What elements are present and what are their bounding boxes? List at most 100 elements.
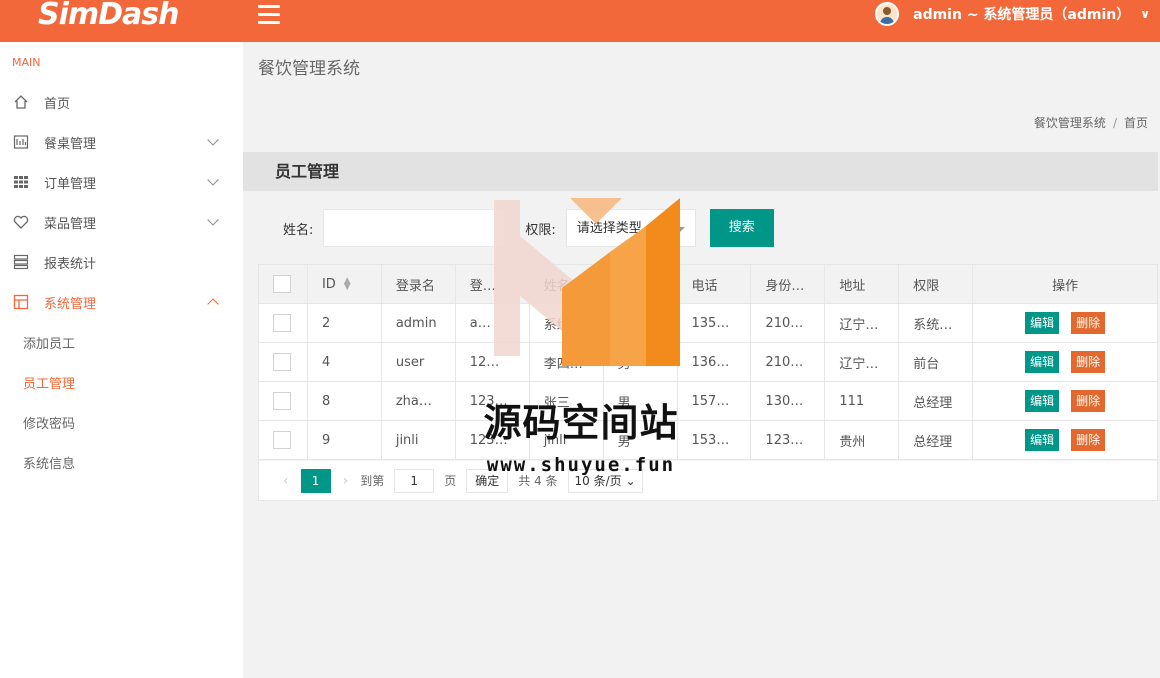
- watermark: 源码空间站 www.shuyue.fun: [466, 196, 696, 482]
- sidebar-item-reports[interactable]: 报表统计: [0, 242, 243, 282]
- sort-icon[interactable]: ▲ ▼: [344, 277, 351, 292]
- employee-table: ID▲▼ 登录名 登… 姓名 性别 电话 身份… 地址 权限 操作 2 admi…: [258, 264, 1158, 460]
- grid-icon: [12, 173, 30, 191]
- watermark-url: www.shuyue.fun: [486, 454, 676, 476]
- breadcrumb-item[interactable]: 首页: [1124, 116, 1148, 130]
- employee-panel: 员工管理 姓名: 权限: 请选择类型 搜索 ID▲▼ 登录名 登… 姓名 性别 …: [243, 152, 1158, 678]
- cell-id: 8: [306, 381, 382, 421]
- sidebar-item-label: 订单管理: [44, 176, 97, 192]
- cell-login: admin: [380, 303, 456, 343]
- pagination: ‹ 1 › 到第 1 页 确定 共 4 条 10 条/页 ⌄: [258, 461, 1158, 501]
- table-header-row: ID▲▼ 登录名 登… 姓名 性别 电话 身份… 地址 权限 操作: [258, 264, 1158, 304]
- sidebar-item-label: 报表统计: [44, 256, 97, 272]
- sidebar: MAIN 首页 餐桌管理 订单管理 菜品管理 报表统计 系统管理 添加员工 员工…: [0, 42, 243, 678]
- chevron-down-icon[interactable]: [207, 214, 219, 226]
- avatar[interactable]: [875, 2, 900, 26]
- sidebar-subitem-change-password[interactable]: 修改密码: [0, 402, 243, 442]
- delete-button[interactable]: 删除: [1071, 351, 1106, 373]
- cell-idcard: 210…: [750, 303, 826, 343]
- select-all-checkbox[interactable]: [273, 275, 291, 293]
- chevron-down-icon[interactable]: ∨: [1140, 7, 1150, 21]
- row-checkbox[interactable]: [273, 392, 291, 410]
- breadcrumb-separator: /: [1112, 116, 1117, 130]
- sidebar-item-label: 菜品管理: [44, 216, 97, 232]
- cell-id: 4: [306, 342, 382, 382]
- row-checkbox[interactable]: [273, 353, 291, 371]
- column-header: 权限: [898, 264, 974, 304]
- sidebar-subitem-system-info[interactable]: 系统信息: [0, 442, 243, 482]
- page-label: 页: [444, 474, 457, 488]
- column-header-id[interactable]: ID ▲ ▼: [306, 264, 382, 304]
- cell-idcard: 210…: [750, 342, 826, 382]
- user-label[interactable]: admin ~ 系统管理员（admin）: [913, 4, 1130, 24]
- cell-address: 辽宁…: [824, 303, 900, 343]
- page-title: 餐饮管理系统: [258, 59, 360, 79]
- chevron-down-icon[interactable]: [207, 174, 219, 186]
- watermark-title: 源码空间站: [483, 401, 679, 445]
- next-page-button[interactable]: ›: [343, 473, 349, 489]
- sidebar-item-dishes[interactable]: 菜品管理: [0, 202, 243, 242]
- goto-page-input[interactable]: 1: [394, 468, 435, 493]
- table-icon: [12, 133, 30, 151]
- name-label: 姓名:: [283, 222, 314, 238]
- chevron-down-icon[interactable]: [207, 134, 219, 146]
- chevron-up-icon[interactable]: [207, 298, 219, 310]
- cell-id: 2: [306, 303, 382, 343]
- prev-page-button[interactable]: ‹: [283, 473, 289, 489]
- table-row: 4 user 12… 李四… 男 136… 210… 辽宁… 前台 编辑删除: [258, 342, 1158, 382]
- top-bar: SimDash admin ~ 系统管理员（admin） ∨: [0, 0, 1160, 42]
- cell-idcard: 130…: [750, 381, 826, 421]
- breadcrumb-item[interactable]: 餐饮管理系统: [1034, 116, 1106, 130]
- delete-button[interactable]: 删除: [1071, 312, 1106, 334]
- delete-button[interactable]: 删除: [1071, 429, 1106, 451]
- cell-address: 贵州: [824, 420, 900, 460]
- edit-button[interactable]: 编辑: [1025, 390, 1060, 412]
- table-row: 8 zha… 123… 张三 男 157… 130… 111 总经理 编辑 删除: [258, 381, 1158, 421]
- row-checkbox[interactable]: [273, 431, 291, 449]
- cell-idcard: 123…: [750, 420, 826, 460]
- menu-toggle-icon[interactable]: [258, 5, 280, 25]
- cell-login: zha…: [380, 381, 456, 421]
- cell-address: 111: [824, 381, 900, 421]
- page-number-current[interactable]: 1: [300, 468, 331, 493]
- column-header: 地址: [824, 264, 900, 304]
- row-checkbox[interactable]: [273, 314, 291, 332]
- sidebar-item-label: 餐桌管理: [44, 136, 97, 152]
- sidebar-item-system[interactable]: 系统管理: [0, 282, 243, 322]
- panel-title: 员工管理: [243, 152, 1158, 191]
- heart-icon: [12, 213, 30, 231]
- sidebar-item-label: 首页: [44, 96, 71, 112]
- edit-button[interactable]: 编辑: [1025, 351, 1060, 373]
- cell-address: 辽宁…: [824, 342, 900, 382]
- sidebar-item-home[interactable]: 首页: [0, 82, 243, 122]
- table-row: 9 jinli 123… jinli 男 153… 123… 贵州 总经理 编辑…: [258, 420, 1158, 460]
- cell-permission: 总经理: [898, 420, 974, 460]
- report-icon: [12, 253, 30, 271]
- home-icon: [12, 93, 30, 111]
- sidebar-subitem-employee-management[interactable]: 员工管理: [0, 362, 243, 402]
- user-menu[interactable]: admin ~ 系统管理员（admin） ∨: [875, 0, 1150, 28]
- goto-label: 到第: [360, 474, 385, 488]
- breadcrumb: 餐饮管理系统 / 首页: [1034, 114, 1148, 131]
- cell-permission: 总经理: [898, 381, 974, 421]
- sidebar-section-title: MAIN: [12, 56, 41, 69]
- cell-id: 9: [306, 420, 382, 460]
- edit-button[interactable]: 编辑: [1025, 312, 1060, 334]
- cell-permission: 前台: [898, 342, 974, 382]
- delete-button[interactable]: 删除: [1071, 390, 1106, 412]
- column-header-actions: 操作: [972, 264, 1158, 304]
- table-row: 2 admin a… 系统… 135… 210… 辽宁… 系统… 编辑删除: [258, 303, 1158, 343]
- sidebar-item-label: 系统管理: [44, 296, 97, 312]
- sidebar-item-tables[interactable]: 餐桌管理: [0, 122, 243, 162]
- search-button[interactable]: 搜索: [709, 209, 774, 247]
- column-header: 登录名: [380, 264, 456, 304]
- cell-login: user: [380, 342, 456, 382]
- sidebar-item-orders[interactable]: 订单管理: [0, 162, 243, 202]
- layout-icon: [12, 293, 30, 311]
- app-logo[interactable]: SimDash: [38, 0, 180, 32]
- cell-permission: 系统…: [898, 303, 974, 343]
- watermark-logo: [494, 198, 680, 366]
- cell-login: jinli: [380, 420, 456, 460]
- sidebar-subitem-add-employee[interactable]: 添加员工: [0, 322, 243, 362]
- edit-button[interactable]: 编辑: [1025, 429, 1060, 451]
